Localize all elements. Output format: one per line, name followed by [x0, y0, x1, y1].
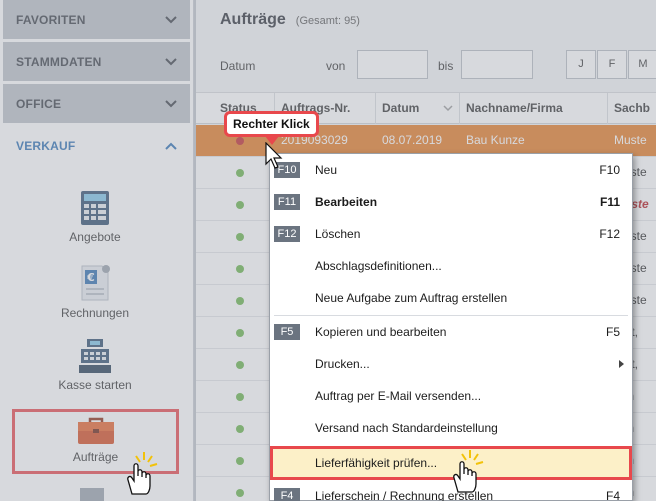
- status-dot: [236, 425, 244, 433]
- status-dot: [236, 297, 244, 305]
- menu-item-shortcut: F4: [605, 489, 620, 501]
- submenu-arrow-icon: [619, 360, 624, 368]
- column-header-sachbearbeiter[interactable]: Sachb: [608, 93, 656, 124]
- column-header-nachname[interactable]: Nachname/Firma: [460, 93, 608, 124]
- page-title: Aufträge: [220, 11, 286, 28]
- title-row: Aufträge (Gesamt: 95): [220, 11, 360, 29]
- date-to-input[interactable]: [461, 50, 533, 79]
- status-dot: [236, 457, 244, 465]
- status-dot: [236, 361, 244, 369]
- column-header-datum[interactable]: Datum: [376, 93, 460, 124]
- chevron-down-icon: [165, 99, 177, 107]
- chevron-down-icon: [165, 15, 177, 23]
- sidebar-section-office[interactable]: OFFICE: [3, 84, 190, 123]
- menu-item-shortcut: F5: [605, 325, 620, 339]
- status-dot: [236, 201, 244, 209]
- menu-item-loeschen[interactable]: F12 Löschen F12: [270, 218, 632, 250]
- arrow-cursor-icon: [265, 142, 283, 169]
- date-filter: Datum von bis J F M: [220, 50, 656, 80]
- sidebar-section-label: FAVORITEN: [16, 12, 86, 27]
- shortcut-badge: F11: [274, 194, 300, 210]
- quick-filter-button[interactable]: M: [628, 50, 656, 79]
- sidebar-item-label: Aufträge: [72, 450, 119, 464]
- sidebar-section-verkauf[interactable]: VERKAUF: [3, 126, 190, 166]
- date-from-input[interactable]: [357, 50, 428, 79]
- menu-item-shortcut: F10: [599, 163, 620, 177]
- cell-name: Bau Kunze: [466, 133, 525, 147]
- status-dot: [236, 169, 244, 177]
- partial-icon: [80, 488, 104, 501]
- cash-register-icon: [79, 339, 111, 373]
- menu-item-neue-aufgabe[interactable]: Neue Aufgabe zum Auftrag erstellen: [270, 282, 632, 314]
- filter-from-label: von: [326, 59, 346, 73]
- sidebar-item-kasse-starten[interactable]: Kasse starten: [40, 338, 150, 392]
- quick-filter-button[interactable]: F: [597, 50, 627, 79]
- sidebar-section-label: VERKAUF: [16, 139, 76, 153]
- hand-cursor-icon: [453, 450, 484, 493]
- menu-item-label: Lieferfähigkeit prüfen...: [315, 456, 438, 470]
- sidebar-item-label: Kasse starten: [58, 378, 132, 392]
- filter-label: Datum: [220, 59, 256, 73]
- menu-item-drucken[interactable]: Drucken...: [270, 348, 632, 380]
- column-header-label: Datum: [382, 101, 420, 115]
- menu-item-label: Neue Aufgabe zum Auftrag erstellen: [315, 291, 508, 305]
- menu-item-label: Abschlagsdefinitionen...: [315, 259, 442, 273]
- menu-item-label: Bearbeiten: [315, 195, 378, 209]
- filter-to-label: bis: [438, 59, 454, 73]
- sidebar-item-rechnungen[interactable]: € Rechnungen: [40, 264, 150, 320]
- status-dot: [236, 489, 244, 497]
- menu-item-shortcut: F12: [599, 227, 620, 241]
- invoice-euro-icon: €: [81, 265, 110, 301]
- menu-item-label: Neu: [315, 163, 338, 177]
- status-dot: [236, 329, 244, 337]
- sidebar-section-favoriten[interactable]: FAVORITEN: [3, 0, 190, 39]
- shortcut-badge: F5: [274, 324, 300, 340]
- menu-item-label: Auftrag per E-Mail versenden...: [315, 389, 482, 403]
- sidebar-section-stammdaten[interactable]: STAMMDATEN: [3, 42, 190, 81]
- menu-item-label: Löschen: [315, 227, 361, 241]
- shortcut-badge: F4: [274, 488, 300, 501]
- cell-sachbearbeiter: Muste: [614, 133, 647, 147]
- menu-item-bearbeiten[interactable]: F11 Bearbeiten F11: [270, 186, 632, 218]
- sidebar-section-label: STAMMDATEN: [16, 54, 102, 69]
- menu-item-label: Versand nach Standardeinstellung: [315, 421, 498, 435]
- chevron-down-icon: [165, 57, 177, 65]
- hand-cursor-icon: [127, 452, 158, 495]
- column-header-label: Nachname/Firma: [466, 101, 563, 115]
- menu-item-shortcut: F11: [599, 195, 620, 209]
- svg-text:€: €: [86, 271, 95, 284]
- status-dot: [236, 233, 244, 241]
- menu-item-abschlagsdefinitionen[interactable]: Abschlagsdefinitionen...: [270, 250, 632, 282]
- page-subtitle: (Gesamt: 95): [295, 15, 360, 27]
- column-header-label: Sachb: [614, 101, 651, 115]
- sidebar-section-label: OFFICE: [16, 96, 62, 111]
- menu-item-label: Drucken...: [315, 357, 370, 371]
- sidebar: FAVORITEN STAMMDATEN OFFICE VERKAUF Ange…: [0, 0, 194, 501]
- status-dot: [236, 137, 244, 145]
- calculator-icon: [81, 191, 109, 225]
- sidebar-item-label: Rechnungen: [60, 306, 130, 320]
- shortcut-badge: F12: [274, 226, 300, 242]
- menu-item-versand-standard[interactable]: Versand nach Standardeinstellung: [270, 412, 632, 444]
- sidebar-item-label: Angebote: [69, 230, 121, 244]
- briefcase-icon: [77, 417, 114, 444]
- sort-icon: [443, 105, 453, 112]
- sidebar-item-angebote[interactable]: Angebote: [40, 190, 150, 244]
- menu-item-email-versenden[interactable]: Auftrag per E-Mail versenden...: [270, 380, 632, 412]
- quick-filter-button[interactable]: J: [566, 50, 596, 79]
- cell-datum: 08.07.2019: [382, 133, 443, 147]
- right-click-callout: Rechter Klick: [224, 111, 319, 145]
- menu-item-neu[interactable]: F10 Neu F10: [270, 154, 632, 186]
- status-dot: [236, 393, 244, 401]
- menu-item-kopieren[interactable]: F5 Kopieren und bearbeiten F5: [270, 316, 632, 348]
- status-dot: [236, 265, 244, 273]
- menu-item-label: Kopieren und bearbeiten: [315, 325, 447, 339]
- chevron-up-icon: [165, 142, 177, 150]
